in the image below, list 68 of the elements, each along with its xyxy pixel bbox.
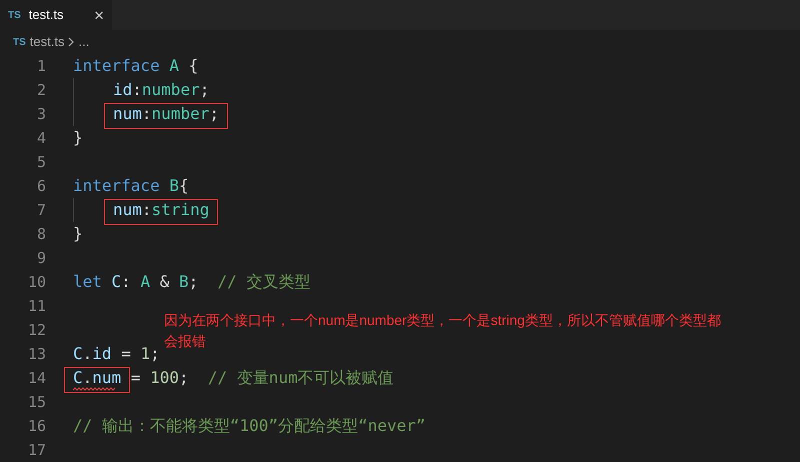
- punctuation: &: [160, 271, 170, 293]
- type-name: A: [169, 55, 180, 77]
- identifier: C: [73, 369, 83, 387]
- code-comment: // 交叉类型: [218, 271, 310, 293]
- line-number: 2: [36, 80, 46, 101]
- keyword: let: [73, 271, 103, 293]
- identifier: C: [112, 271, 122, 293]
- line-number: 1: [36, 56, 46, 77]
- line-number: 11: [26, 296, 46, 317]
- punctuation: {: [188, 55, 198, 77]
- number-literal: 1: [140, 343, 150, 365]
- punctuation: .: [82, 343, 92, 365]
- punctuation: {: [178, 175, 189, 197]
- identifier: num: [92, 369, 122, 387]
- identifier: num: [113, 105, 142, 123]
- keyword: interface: [73, 55, 161, 77]
- punctuation: .: [82, 369, 92, 387]
- type-name: number: [142, 79, 200, 101]
- line-number: 4: [36, 128, 46, 149]
- line-number: 17: [26, 440, 46, 461]
- line-number: 16: [26, 416, 46, 437]
- punctuation: ;: [200, 79, 210, 101]
- line-number: 3: [36, 104, 46, 125]
- identifier: num: [113, 201, 142, 219]
- line-number: 10: [26, 272, 46, 293]
- number-literal: 100: [150, 367, 179, 389]
- type-name: B: [178, 271, 189, 293]
- line-number: 9: [36, 248, 46, 269]
- identifier: C: [73, 343, 83, 365]
- line-number: 6: [36, 176, 46, 197]
- punctuation: :: [132, 79, 142, 101]
- punctuation: =: [121, 343, 132, 365]
- keyword: interface: [73, 175, 161, 197]
- punctuation: ;: [209, 105, 219, 123]
- punctuation: =: [130, 367, 142, 389]
- punctuation: ;: [188, 271, 200, 293]
- line-number: 14: [26, 368, 46, 389]
- identifier: id: [113, 79, 132, 101]
- line-number: 12: [26, 320, 46, 341]
- annotation-text: 因为在两个接口中，一个num是number类型，一个是string类型，所以不管赋值哪个类型都会报错: [164, 311, 722, 351]
- line-number: 8: [36, 224, 46, 245]
- punctuation: :: [142, 201, 152, 219]
- line-number: 7: [36, 200, 46, 221]
- typescript-file-icon: TS: [13, 34, 26, 50]
- typescript-file-icon: TS: [8, 8, 21, 22]
- punctuation: :: [142, 105, 152, 123]
- code-comment: // 变量num不可以被赋值: [208, 367, 394, 389]
- identifier: id: [92, 343, 113, 365]
- punctuation: }: [73, 223, 83, 245]
- type-name: number: [152, 105, 210, 123]
- editor-tab[interactable]: TS test.ts ×: [0, 0, 112, 30]
- line-number: 5: [36, 152, 46, 173]
- punctuation: ;: [150, 343, 160, 365]
- error-squiggle-icon: [73, 387, 115, 391]
- line-number: 13: [26, 344, 46, 365]
- punctuation: ;: [179, 367, 190, 389]
- breadcrumb-item[interactable]: test.ts: [30, 32, 64, 52]
- code-comment: // 输出：不能将类型“100”分配给类型“never”: [73, 415, 426, 437]
- type-name: A: [140, 271, 152, 293]
- type-name: string: [152, 201, 210, 219]
- type-name: B: [169, 175, 179, 197]
- line-number: 15: [26, 392, 46, 413]
- punctuation: :: [121, 271, 132, 293]
- tab-label: test.ts: [28, 6, 64, 24]
- punctuation: }: [73, 127, 83, 149]
- close-icon[interactable]: ×: [94, 6, 104, 24]
- chevron-right-icon: [68, 37, 74, 47]
- breadcrumb-item[interactable]: ...: [78, 32, 90, 52]
